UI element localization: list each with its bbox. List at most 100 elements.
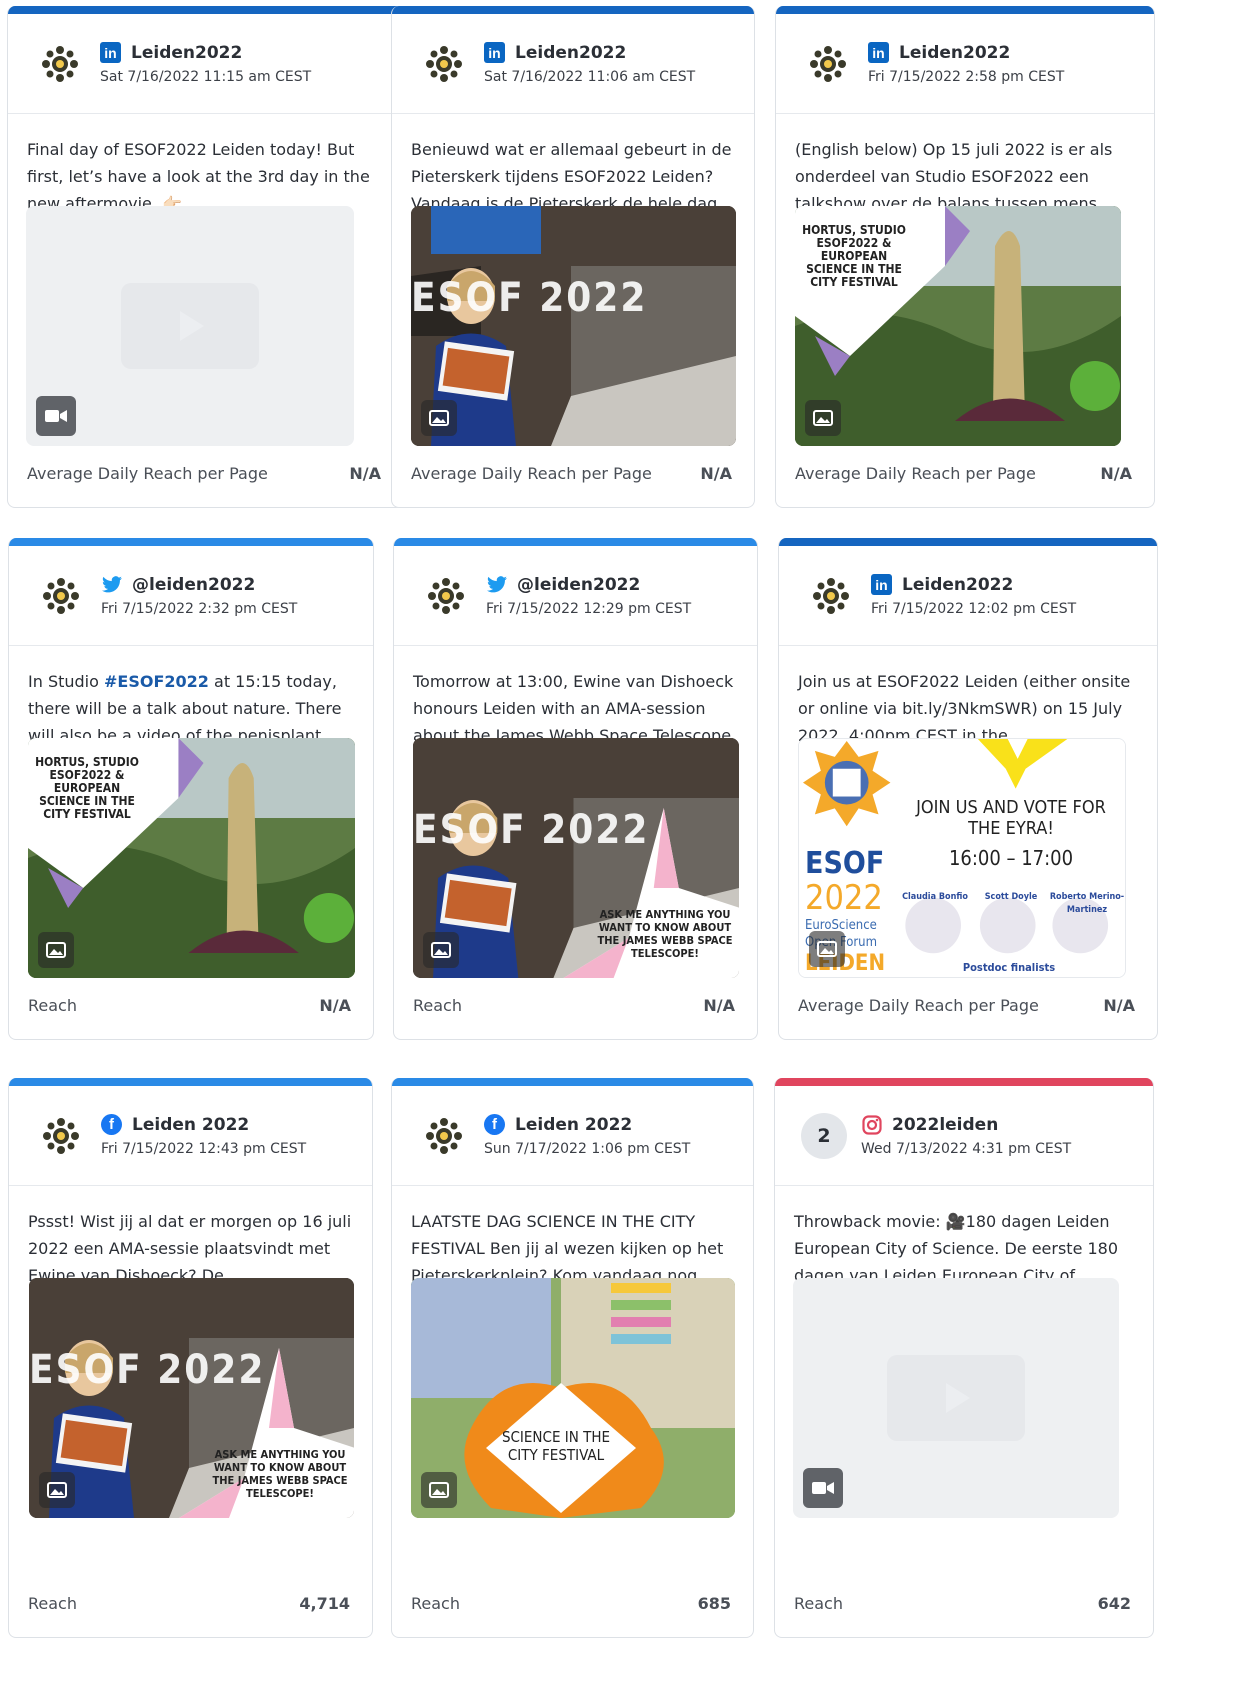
- play-placeholder: [887, 1355, 1025, 1441]
- account-name[interactable]: Leiden 2022: [515, 1115, 632, 1135]
- post-date: Wed 7/13/2022 4:31 pm CEST: [861, 1141, 1072, 1157]
- linkedin-icon: in: [484, 42, 505, 63]
- post-media-image[interactable]: HORTUS, STUDIO ESOF2022 & EUROPEAN SCIEN…: [28, 738, 355, 978]
- poster-name-2: Scott Doyle: [984, 892, 1038, 902]
- metric-value: N/A: [703, 996, 735, 1015]
- poster-time: 16:00 – 17:00: [948, 846, 1074, 870]
- photo-science-festival: [411, 1278, 735, 1518]
- poster-headline: JOIN US AND VOTE FOR THE EYRA!: [916, 797, 1106, 839]
- account-avatar: [35, 1109, 87, 1162]
- metric-value: N/A: [1103, 996, 1135, 1015]
- image-overlay-caption: ASK ME ANYTHING YOU WANT TO KNOW ABOUT T…: [597, 908, 733, 960]
- image-icon: [39, 1472, 75, 1508]
- image-icon: [421, 1472, 457, 1508]
- image-icon: [805, 400, 841, 436]
- image-overlay-text: ESOF 2022: [29, 1347, 266, 1393]
- account-avatar: [805, 569, 857, 622]
- post-card[interactable]: @leiden2022 Fri 7/15/2022 12:29 pm CEST …: [393, 538, 758, 1040]
- post-date: Sat 7/16/2022 11:06 am CEST: [484, 69, 696, 85]
- twitter-accent-bar: [9, 538, 373, 546]
- post-date: Fri 7/15/2022 2:32 pm CEST: [101, 601, 298, 617]
- post-media-image[interactable]: SCIENCE IN THE CITY FESTIVAL: [411, 1278, 735, 1518]
- account-name[interactable]: Leiden 2022: [132, 1115, 249, 1135]
- linkedin-accent-bar: [776, 6, 1154, 14]
- photo-woman-presenting: [411, 206, 736, 446]
- metric-value: N/A: [700, 464, 732, 483]
- linkedin-icon: in: [871, 574, 892, 595]
- poster-name-3: Roberto Merino-Martinez: [1049, 892, 1125, 915]
- image-overlay-text: HORTUS, STUDIO ESOF2022 & EUROPEAN SCIEN…: [35, 755, 139, 821]
- post-card[interactable]: @leiden2022 Fri 7/15/2022 2:32 pm CEST I…: [8, 538, 374, 1040]
- account-name[interactable]: @leiden2022: [517, 575, 640, 595]
- facebook-icon: f: [484, 1114, 505, 1135]
- metric-label: Reach: [413, 996, 462, 1015]
- post-card[interactable]: in Leiden2022 Fri 7/15/2022 12:02 pm CES…: [778, 538, 1158, 1040]
- post-media-image[interactable]: ESOF 2022 ASK ME ANYTHING YOU WANT TO KN…: [29, 1278, 354, 1518]
- facebook-accent-bar: [9, 1078, 372, 1086]
- metric-label: Average Daily Reach per Page: [798, 996, 1039, 1015]
- post-card[interactable]: in Leiden2022 Fri 7/15/2022 2:58 pm CEST…: [775, 6, 1155, 508]
- poster-name-1: Claudia Bonfio: [902, 892, 968, 902]
- metric-label: Average Daily Reach per Page: [795, 464, 1036, 483]
- metric-value: N/A: [1100, 464, 1132, 483]
- linkedin-icon: in: [868, 42, 889, 63]
- metric-label: Reach: [411, 1594, 460, 1613]
- metric-value: 642: [1097, 1594, 1131, 1613]
- play-placeholder: [121, 283, 259, 369]
- post-media-image[interactable]: HORTUS, STUDIO ESOF2022 & EUROPEAN SCIEN…: [795, 206, 1121, 446]
- account-name[interactable]: Leiden2022: [902, 575, 1013, 595]
- post-date: Fri 7/15/2022 12:02 pm CEST: [871, 601, 1077, 617]
- post-media-video[interactable]: [793, 1278, 1119, 1518]
- post-card[interactable]: f Leiden 2022 Fri 7/15/2022 12:43 pm CES…: [8, 1078, 373, 1638]
- post-date: Sat 7/16/2022 11:15 am CEST: [100, 69, 312, 85]
- instagram-icon: [861, 1114, 882, 1135]
- post-card[interactable]: 2 2022leiden Wed 7/13/2022 4:31 pm CEST …: [774, 1078, 1154, 1638]
- poster-brand-top: ESOF: [805, 846, 885, 881]
- account-name[interactable]: Leiden2022: [131, 43, 242, 63]
- post-media-image[interactable]: ESOF 2022: [411, 206, 736, 446]
- linkedin-accent-bar: [392, 6, 754, 14]
- post-text-part: In Studio: [28, 672, 104, 691]
- metric-label: Average Daily Reach per Page: [27, 464, 268, 483]
- account-avatar: [35, 569, 87, 622]
- facebook-icon: f: [101, 1114, 122, 1135]
- post-date: Fri 7/15/2022 12:43 pm CEST: [101, 1141, 307, 1157]
- account-avatar: [34, 37, 86, 90]
- image-overlay-text: HORTUS, STUDIO ESOF2022 & EUROPEAN SCIEN…: [802, 223, 906, 289]
- account-name[interactable]: 2022leiden: [892, 1115, 998, 1135]
- post-media-image[interactable]: JOIN US AND VOTE FOR THE EYRA! 16:00 – 1…: [798, 738, 1126, 978]
- post-card[interactable]: in Leiden2022 Sat 7/16/2022 11:15 am CES…: [7, 6, 404, 508]
- hashtag-link[interactable]: #ESOF2022: [104, 672, 209, 691]
- instagram-accent-bar: [775, 1078, 1153, 1086]
- twitter-icon: [486, 574, 507, 595]
- account-name[interactable]: @leiden2022: [132, 575, 255, 595]
- image-overlay-caption: ASK ME ANYTHING YOU WANT TO KNOW ABOUT T…: [212, 1448, 348, 1500]
- linkedin-accent-bar: [779, 538, 1157, 546]
- post-date: Fri 7/15/2022 2:58 pm CEST: [868, 69, 1065, 85]
- image-overlay-caption: SCIENCE IN THE CITY FESTIVAL: [501, 1428, 611, 1464]
- twitter-accent-bar: [394, 538, 757, 546]
- twitter-icon: [101, 574, 122, 595]
- linkedin-accent-bar: [8, 6, 403, 14]
- account-avatar: [420, 569, 472, 622]
- account-avatar: [802, 37, 854, 90]
- metric-label: Reach: [28, 996, 77, 1015]
- poster-brand-year: 2022: [805, 878, 883, 918]
- poster-finalists: Postdoc finalists: [962, 961, 1056, 974]
- account-avatar: [418, 37, 470, 90]
- video-icon: [36, 396, 76, 436]
- image-overlay-text: ESOF 2022: [411, 275, 648, 321]
- post-date: Fri 7/15/2022 12:29 pm CEST: [486, 601, 692, 617]
- image-icon: [38, 932, 74, 968]
- post-media-image[interactable]: ESOF 2022 ASK ME ANYTHING YOU WANT TO KN…: [413, 738, 739, 978]
- post-card[interactable]: f Leiden 2022 Sun 7/17/2022 1:06 pm CEST…: [391, 1078, 754, 1638]
- metric-value: N/A: [349, 464, 381, 483]
- account-name[interactable]: Leiden2022: [899, 43, 1010, 63]
- video-icon: [803, 1468, 843, 1508]
- post-date: Sun 7/17/2022 1:06 pm CEST: [484, 1141, 691, 1157]
- post-media-video[interactable]: [26, 206, 354, 446]
- account-name[interactable]: Leiden2022: [515, 43, 626, 63]
- account-avatar: 2: [801, 1112, 847, 1159]
- facebook-accent-bar: [392, 1078, 753, 1086]
- post-card[interactable]: in Leiden2022 Sat 7/16/2022 11:06 am CES…: [391, 6, 755, 508]
